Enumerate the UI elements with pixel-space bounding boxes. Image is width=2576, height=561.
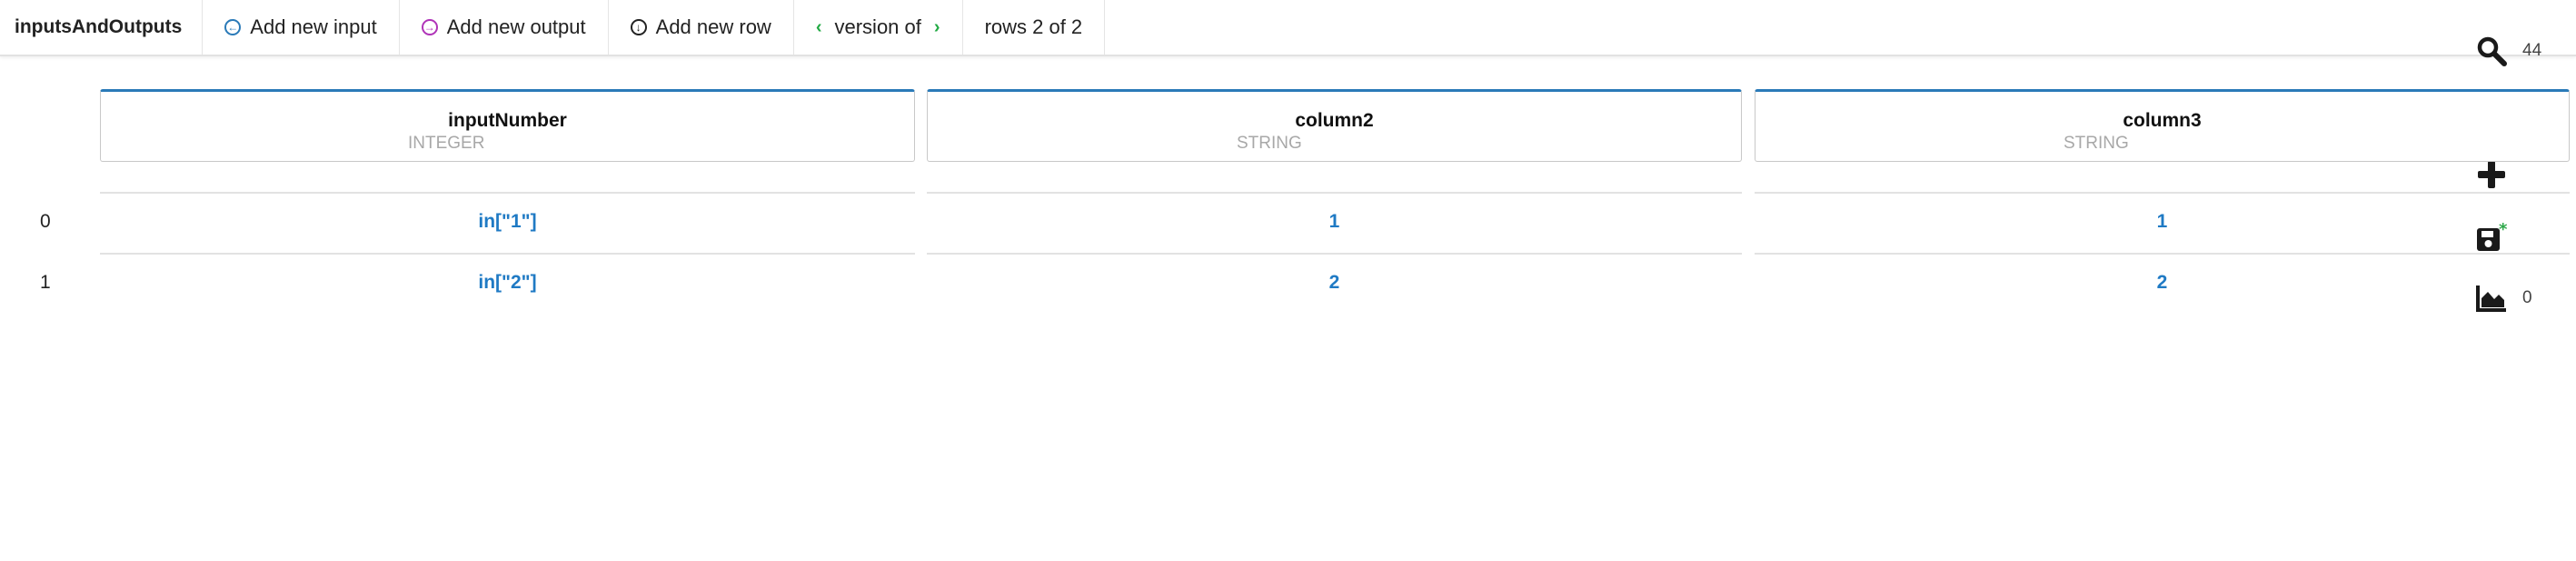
column-name: column3: [2123, 110, 2202, 131]
add-row-button[interactable]: ↓ Add new row: [609, 0, 794, 55]
row-index: 1: [40, 272, 51, 293]
version-navigator: ‹ version of ›: [794, 0, 963, 55]
arrow-right-circle-icon: →: [421, 19, 438, 35]
table-cell[interactable]: 1: [927, 211, 1742, 233]
row-divider: [1755, 192, 2570, 194]
search-count: 44: [2522, 41, 2542, 60]
plus-icon[interactable]: [2473, 156, 2510, 193]
table-cell[interactable]: in["2"]: [100, 272, 915, 294]
add-row-label: Add new row: [655, 15, 771, 38]
version-label: version of: [834, 15, 921, 38]
column-header-column2[interactable]: column2 STRING: [927, 89, 1742, 162]
column-type: STRING: [1237, 134, 1302, 153]
table-cell[interactable]: in["1"]: [100, 211, 915, 233]
row-divider: [927, 192, 1742, 194]
column-name: column2: [1295, 110, 1374, 131]
column-header-inputnumber[interactable]: inputNumber INTEGER: [100, 89, 915, 162]
row-divider: [1755, 253, 2570, 255]
row-index: 0: [40, 211, 51, 232]
table-cell[interactable]: 2: [1755, 272, 2570, 294]
column-type: STRING: [2064, 134, 2129, 153]
search-icon[interactable]: [2473, 33, 2510, 69]
chevron-right-icon[interactable]: ›: [934, 17, 940, 38]
arrow-left-circle-icon: ←: [224, 19, 242, 35]
rows-count-label: rows 2 of 2: [984, 15, 1083, 38]
add-output-label: Add new output: [446, 15, 586, 38]
column-name: inputNumber: [448, 110, 567, 131]
table-title: inputsAndOutputs: [0, 0, 204, 55]
add-output-button[interactable]: → Add new output: [400, 0, 609, 55]
toolbar: inputsAndOutputs ← Add new input → Add n…: [0, 0, 2576, 56]
table-cell[interactable]: 2: [927, 272, 1742, 294]
row-divider: [100, 192, 915, 194]
column-type: INTEGER: [408, 134, 485, 153]
column-header-column3[interactable]: column3 STRING: [1755, 89, 2570, 162]
add-input-label: Add new input: [250, 15, 377, 38]
chevron-left-icon[interactable]: ‹: [816, 17, 822, 38]
table-cell[interactable]: 1: [1755, 211, 2570, 233]
row-divider: [927, 253, 1742, 255]
rows-indicator: rows 2 of 2: [963, 0, 1106, 55]
add-input-button[interactable]: ← Add new input: [203, 0, 400, 55]
row-divider: [100, 253, 915, 255]
arrow-down-circle-icon: ↓: [630, 19, 647, 35]
